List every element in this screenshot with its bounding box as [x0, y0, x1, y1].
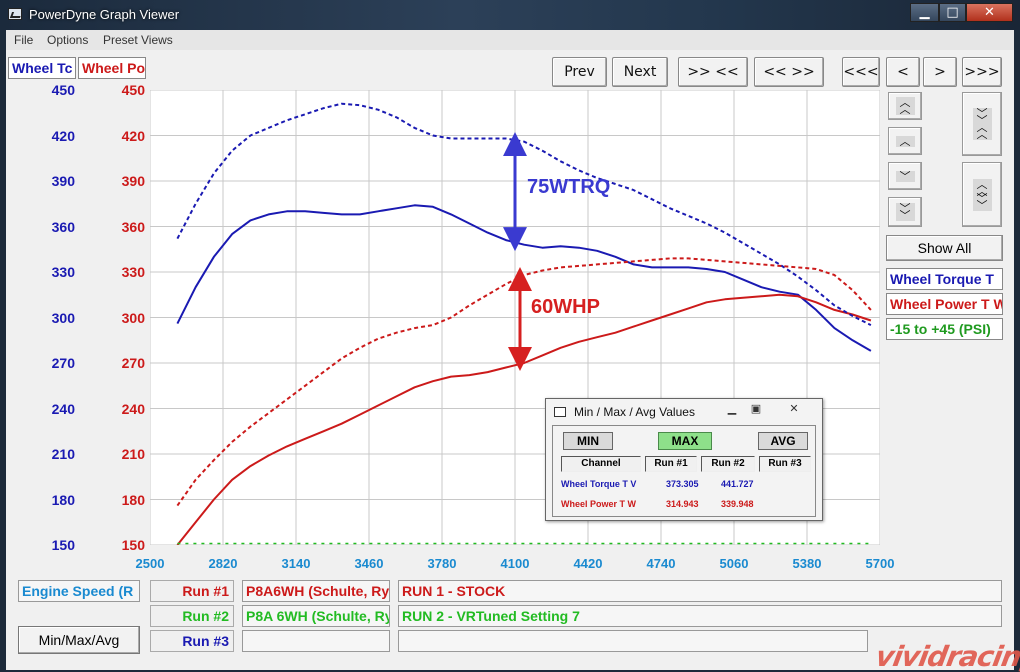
series-line-0 — [176, 204, 872, 352]
y-tick-power: 300 — [121, 309, 145, 326]
run3-label: Run #3 — [150, 630, 234, 652]
dialog-body: MIN MAX AVG Channel Run #1 Run #2 Run #3… — [552, 425, 816, 517]
y-tick-power: 390 — [121, 173, 145, 189]
header-channel: Channel — [561, 456, 641, 472]
window-title: PowerDyne Graph Viewer — [29, 7, 180, 22]
legend-boost[interactable]: -15 to +45 (PSI) — [886, 318, 1003, 340]
x-tick: 4100 — [500, 556, 530, 571]
x-channel-field[interactable]: Engine Speed (R — [18, 580, 140, 602]
y-tick-torque: 390 — [51, 173, 75, 189]
x-tick: 3140 — [281, 556, 311, 571]
power-gain-label: 60WHP — [531, 296, 600, 318]
row-torque-run2: 441.727 — [721, 479, 754, 489]
run2-vehicle-field[interactable]: P8A 6WH (Schulte, Ry — [242, 605, 390, 627]
x-tick: 4420 — [573, 556, 603, 571]
y-tick-torque: 240 — [51, 400, 75, 417]
zoom-out-button[interactable]: << >> — [754, 57, 824, 87]
dialog-close-button[interactable]: ✕ — [784, 402, 804, 418]
y-tick-torque: 270 — [51, 355, 75, 371]
row-torque-channel: Wheel Torque T V — [561, 479, 637, 489]
y-tick-power: 240 — [121, 400, 145, 417]
tab-wheel-torque[interactable]: Wheel Tc — [8, 57, 76, 79]
dialog-restore-button[interactable]: ▣ — [746, 402, 766, 418]
min-max-avg-dialog: Min / Max / Avg Values ▁ ▣ ✕ MIN MAX AVG… — [545, 398, 823, 521]
zoom-in-button[interactable]: >> << — [678, 57, 748, 87]
torque-gain-label: 75WTRQ — [527, 176, 610, 198]
run2-description-field[interactable]: RUN 2 - VRTuned Setting 7 — [398, 605, 1002, 627]
y-tick-torque: 330 — [51, 264, 75, 280]
scale-up-button[interactable]: ︿ — [888, 127, 922, 155]
shrink-range-button[interactable]: ︿ ︿ ﹀ ﹀ — [962, 162, 1002, 227]
y-tick-torque: 180 — [51, 491, 75, 508]
min-max-avg-button[interactable]: Min/Max/Avg — [18, 626, 140, 654]
next-button[interactable]: Next — [612, 57, 668, 87]
x-tick: 3780 — [427, 556, 457, 571]
max-button[interactable]: MAX — [658, 432, 712, 450]
run3-vehicle-field[interactable] — [242, 630, 390, 652]
run2-label: Run #2 — [150, 605, 234, 627]
menu-bar: File Options Preset Views — [6, 30, 1014, 50]
title-bar: PowerDyne Graph Viewer ▁ □ ✕ — [0, 0, 1020, 30]
x-tick: 5380 — [792, 556, 822, 571]
run1-label: Run #1 — [150, 580, 234, 602]
x-tick: 5060 — [719, 556, 749, 571]
x-tick: 5700 — [865, 556, 895, 571]
run1-description-field[interactable]: RUN 1 - STOCK — [398, 580, 1002, 602]
scale-down-button[interactable]: ﹀ — [888, 162, 922, 190]
run3-description-field[interactable] — [398, 630, 868, 652]
scroll-first-button[interactable]: <<< — [842, 57, 880, 87]
y-tick-torque: 450 — [51, 82, 75, 98]
y-tick-power: 360 — [121, 218, 145, 235]
legend-wheel-power[interactable]: Wheel Power T W — [886, 293, 1003, 315]
min-button[interactable]: MIN — [563, 432, 613, 450]
close-button[interactable]: ✕ — [966, 3, 1013, 22]
dialog-icon — [554, 407, 566, 417]
x-tick: 4740 — [646, 556, 676, 571]
header-run1: Run #1 — [645, 456, 697, 472]
vividracing-watermark: vividracing — [873, 640, 1020, 672]
scroll-last-button[interactable]: >>> — [962, 57, 1002, 87]
y-tick-torque: 300 — [51, 309, 75, 326]
x-tick: 2820 — [208, 556, 238, 571]
row-power-run2: 339.948 — [721, 499, 754, 509]
scroll-back-button[interactable]: < — [886, 57, 920, 87]
show-all-button[interactable]: Show All — [886, 235, 1003, 261]
menu-file[interactable]: File — [14, 33, 33, 47]
y-tick-torque: 210 — [51, 446, 75, 462]
expand-range-button[interactable]: ﹀ ﹀ ︿ ︿ — [962, 92, 1002, 156]
menu-preset-views[interactable]: Preset Views — [103, 33, 173, 47]
series-line-2 — [176, 102, 872, 326]
menu-options[interactable]: Options — [47, 33, 88, 47]
y-tick-power: 210 — [121, 446, 145, 462]
y-tick-power: 330 — [121, 264, 145, 280]
y-tick-torque: 360 — [51, 218, 75, 235]
run1-vehicle-field[interactable]: P8A6WH (Schulte, Ry — [242, 580, 390, 602]
y-tick-torque: 150 — [51, 537, 75, 553]
dialog-minimize-button[interactable]: ▁ — [722, 402, 742, 418]
maximize-button[interactable]: □ — [939, 3, 966, 22]
row-power-channel: Wheel Power T W — [561, 499, 637, 509]
app-icon — [8, 8, 22, 20]
scroll-forward-button[interactable]: > — [923, 57, 957, 87]
y-tick-power: 150 — [121, 537, 145, 553]
y-tick-power: 420 — [121, 127, 145, 144]
x-tick: 2500 — [135, 556, 165, 571]
y-tick-torque: 420 — [51, 127, 75, 144]
row-power-run1: 314.943 — [666, 499, 699, 509]
legend-wheel-torque[interactable]: Wheel Torque T — [886, 268, 1003, 290]
y-tick-power: 450 — [121, 82, 145, 98]
x-tick: 3460 — [354, 556, 384, 571]
minimize-button[interactable]: ▁ — [910, 3, 939, 22]
scale-up-fast-button[interactable]: ︿ ︿ — [888, 92, 922, 120]
y-tick-power: 270 — [121, 355, 145, 371]
y-tick-power: 180 — [121, 491, 145, 508]
scale-down-fast-button[interactable]: ﹀ ﹀ — [888, 197, 922, 227]
tab-wheel-power[interactable]: Wheel Po — [78, 57, 146, 79]
prev-button[interactable]: Prev — [552, 57, 607, 87]
row-torque-run1: 373.305 — [666, 479, 699, 489]
avg-button[interactable]: AVG — [758, 432, 808, 450]
header-run2: Run #2 — [701, 456, 755, 472]
header-run3: Run #3 — [759, 456, 811, 472]
dialog-title: Min / Max / Avg Values — [574, 405, 695, 419]
